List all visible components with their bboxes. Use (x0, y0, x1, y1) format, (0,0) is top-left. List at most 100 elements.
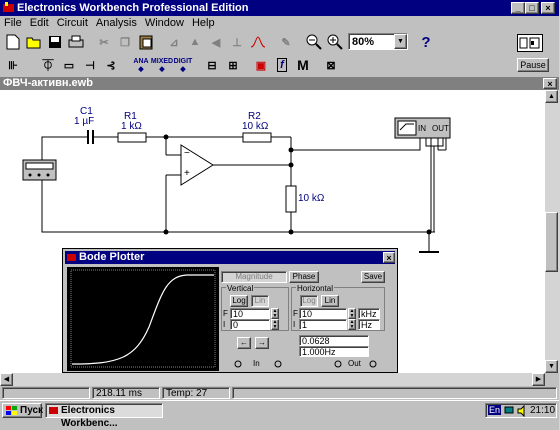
start-label: Пуск (20, 405, 44, 416)
bode-close-button[interactable]: × (383, 252, 395, 263)
vertical-final-field[interactable]: 10 (230, 308, 270, 319)
in-label: In (253, 359, 260, 368)
scroll-right-icon[interactable]: ▶ (532, 373, 545, 386)
menu-edit[interactable]: Edit (26, 16, 53, 30)
paste-icon[interactable] (135, 31, 157, 53)
diodes-bin-icon[interactable]: ⊣ (79, 54, 101, 76)
horizontal-final-field[interactable]: 10 (299, 308, 347, 319)
document-title-bar: ФВЧ-активн.ewb × (0, 77, 559, 90)
horizontal-initial-spinner-icon[interactable]: ▲ ▼ (348, 319, 356, 330)
status-time: 218.11 ms (92, 387, 160, 399)
digital-ics-bin[interactable]: DIGIT ◆ (172, 54, 194, 76)
menu-file[interactable]: File (0, 16, 26, 30)
indicators-bin-icon[interactable]: ▣ (250, 54, 272, 76)
open-folder-icon[interactable] (23, 31, 45, 53)
magnitude-button[interactable]: Magnitude (221, 271, 287, 283)
scroll-down-icon[interactable]: ▼ (545, 360, 558, 373)
windows-logo-icon (6, 406, 17, 415)
component-properties-icon[interactable]: ✎ (275, 31, 297, 53)
menu-window[interactable]: Window (141, 16, 188, 30)
logic-gates-bin-icon[interactable]: ⊟ (201, 54, 223, 76)
vertical-initial-field[interactable]: 0 (230, 319, 270, 330)
rotate-icon[interactable]: ⊿ (163, 31, 185, 53)
basic-bin-icon[interactable]: ▭ (58, 54, 80, 76)
controls-bin[interactable]: f (271, 54, 293, 76)
save-button[interactable]: Save (361, 271, 385, 283)
copy-icon[interactable]: ❐ (114, 31, 136, 53)
toolbar-main: ✂ ❐ ⊿ ▲ ◀ ⊥ ✎ 80% ▼ ? (0, 30, 559, 54)
sources-bin-icon[interactable]: ⏁ (37, 54, 59, 76)
vertical-log-button[interactable]: Log (230, 295, 248, 307)
scroll-up-icon[interactable]: ▲ (545, 90, 558, 103)
taskbar-task-electronics-workbench[interactable]: Electronics Workbenc... (45, 403, 163, 429)
vertical-final-spinner-icon[interactable]: ▲ ▼ (271, 308, 279, 319)
vertical-initial-spinner-icon[interactable]: ▲ ▼ (271, 319, 279, 330)
scroll-left-icon[interactable]: ◀ (0, 373, 13, 386)
in-plus-terminal-icon[interactable] (273, 359, 283, 369)
document-close-button[interactable]: × (543, 78, 557, 89)
analog-ics-bin[interactable]: ANA ◆ (130, 54, 152, 76)
horizontal-initial-unit[interactable]: Hz (358, 319, 380, 330)
horizontal-final-unit[interactable]: kHz (358, 308, 380, 319)
volume-tray-icon[interactable] (516, 405, 528, 417)
cut-icon[interactable]: ✂ (93, 31, 115, 53)
ana-icon: ◆ (138, 65, 144, 73)
digital-bin-icon[interactable]: ⊞ (222, 54, 244, 76)
task-label: Electronics Workbenc... (61, 405, 118, 429)
menu-circuit[interactable]: Circuit (53, 16, 92, 30)
graph-icon[interactable] (247, 31, 269, 53)
in-minus-terminal-icon[interactable] (233, 359, 243, 369)
zoom-out-icon[interactable] (303, 31, 325, 53)
horizontal-initial-field[interactable]: 1 (299, 319, 347, 330)
help-button[interactable]: ? (415, 31, 437, 53)
cursor-left-button[interactable]: ← (237, 337, 251, 349)
language-indicator[interactable]: En (488, 405, 502, 415)
zoom-select[interactable]: 80% ▼ (348, 33, 408, 50)
digit-label: DIGIT (173, 57, 193, 65)
new-file-icon[interactable] (2, 31, 24, 53)
instruments-bin-icon[interactable]: ⊠ (320, 54, 342, 76)
out-label: Out (348, 359, 361, 368)
system-tray: En 21:10 (485, 403, 557, 418)
status-pane-right (232, 387, 557, 399)
zoom-dropdown-arrow-icon[interactable]: ▼ (394, 34, 407, 49)
mixed-ics-bin[interactable]: MIXED ◆ (151, 54, 173, 76)
bode-title: Bode Plotter (79, 251, 145, 263)
print-icon[interactable] (65, 31, 87, 53)
minimize-button[interactable]: _ (511, 2, 525, 14)
start-button[interactable]: Пуск (2, 403, 44, 418)
out-minus-terminal-icon[interactable] (333, 359, 343, 369)
horizontal-lin-button[interactable]: Lin (321, 295, 339, 307)
custom-parts-icon[interactable]: ⊪ (2, 54, 24, 76)
horizontal-final-spinner-icon[interactable]: ▲ ▼ (348, 308, 356, 319)
horizontal-scrollbar[interactable]: ◀ ▶ (0, 373, 545, 386)
zoom-in-icon[interactable] (324, 31, 346, 53)
menu-analysis[interactable]: Analysis (92, 16, 141, 30)
vertical-scroll-thumb[interactable] (545, 212, 558, 272)
power-switch[interactable] (517, 34, 543, 52)
network-tray-icon[interactable] (504, 405, 516, 417)
vertical-label: Vertical (226, 284, 255, 293)
close-button[interactable]: × (541, 2, 555, 14)
miscellaneous-bin[interactable]: M (292, 54, 314, 76)
pause-button[interactable]: Pause (517, 58, 549, 72)
subcircuit-icon[interactable]: ⊥ (226, 31, 248, 53)
status-pane-empty (2, 387, 90, 399)
vertical-scrollbar[interactable]: ▲ ▼ (545, 90, 559, 373)
transistors-bin-icon[interactable]: ⊰ (100, 54, 122, 76)
bode-app-icon (67, 254, 76, 261)
flip-horizontal-icon[interactable]: ◀ (205, 31, 227, 53)
save-icon[interactable] (44, 31, 66, 53)
horizontal-log-button[interactable]: Log (300, 295, 318, 307)
cursor-right-button[interactable]: → (255, 337, 269, 349)
maximize-button[interactable]: □ (525, 2, 539, 14)
menu-help[interactable]: Help (188, 16, 219, 30)
power-switch-icon (519, 37, 540, 49)
opamp-plus-label: + (184, 168, 190, 179)
vertical-lin-button[interactable]: Lin (251, 295, 269, 307)
horizontal-i-label: I (293, 320, 296, 329)
out-plus-terminal-icon[interactable] (368, 359, 378, 369)
flip-vertical-icon[interactable]: ▲ (184, 31, 206, 53)
opamp-minus-label: − (184, 148, 190, 159)
phase-button[interactable]: Phase (289, 271, 319, 283)
